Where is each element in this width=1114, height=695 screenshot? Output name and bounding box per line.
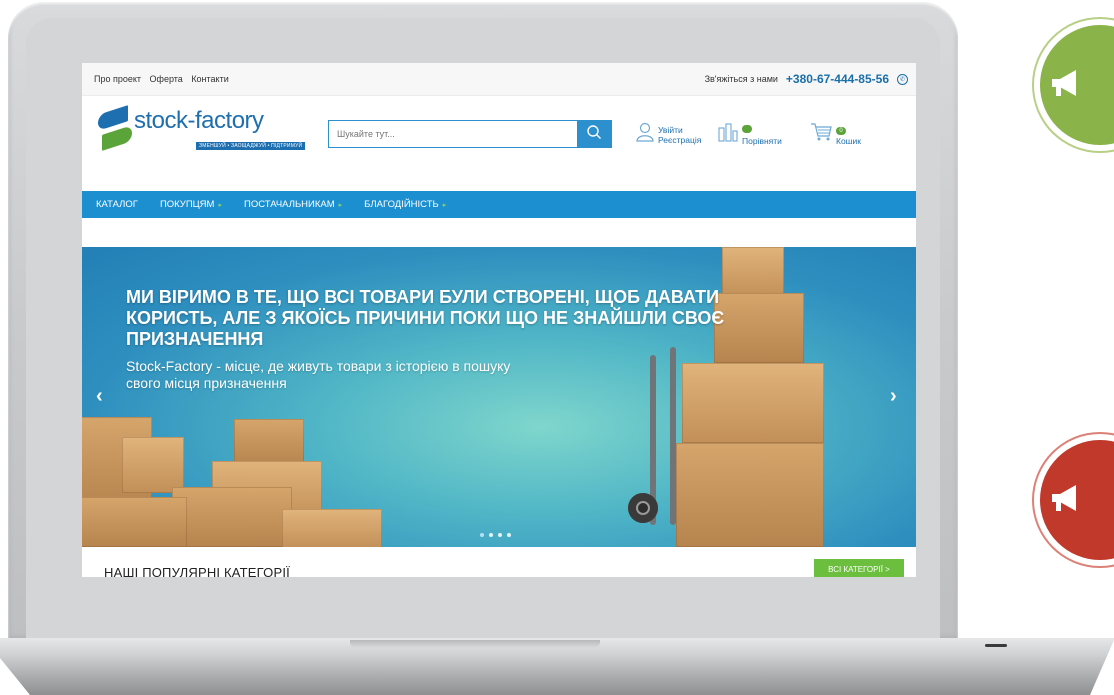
box-illustration: [234, 419, 304, 465]
box-illustration: [172, 487, 292, 547]
box-illustration: [676, 443, 824, 547]
cart-block[interactable]: 0 Кошик: [810, 122, 861, 148]
box-illustration: [122, 437, 184, 493]
slider-dot[interactable]: [489, 533, 493, 537]
next-slide-button[interactable]: ›: [890, 385, 897, 408]
register-link[interactable]: Реєстрація: [658, 135, 701, 145]
chevron-left-icon: ‹: [96, 385, 103, 407]
popular-categories-row: НАШІ ПОПУЛЯРНІ КАТЕГОРІЇ ВСІ КАТЕГОРІЇ >: [82, 547, 916, 577]
site-logo[interactable]: stock-factory ЗМЕНШУЙ • ЗАОЩАДЖУЙ • ПІДТ…: [98, 105, 306, 152]
chevron-right-icon: ▸: [218, 202, 222, 209]
logo-slogan: ЗМЕНШУЙ • ЗАОЩАДЖУЙ • ПІДТРИМУЙ: [196, 142, 306, 150]
box-illustration: [282, 509, 382, 547]
logo-name: stock-factory: [134, 107, 264, 134]
contact-label[interactable]: Зв'яжіться з нами: [705, 74, 778, 84]
laptop-notch: [350, 640, 600, 648]
search-icon: [586, 124, 602, 145]
search-button[interactable]: [577, 121, 611, 147]
phone-number[interactable]: +380-67-444-85-56: [786, 72, 889, 86]
all-categories-button[interactable]: ВСІ КАТЕГОРІЇ >: [814, 559, 904, 577]
cart-label: Кошик: [836, 136, 861, 146]
login-link[interactable]: Увійти: [658, 125, 701, 135]
compare-label: Порівняти: [742, 135, 782, 146]
laptop-screen: Про проект Оферта Контакти Зв'яжіться з …: [82, 63, 916, 577]
laptop-led: [985, 644, 1007, 647]
main-nav: КАТАЛОГ ПОКУПЦЯМ ▸ ПОСТАЧАЛЬНИКАМ ▸ БЛАГОД…: [82, 191, 916, 218]
compare-icon: [718, 122, 738, 148]
dolly-wheel: [628, 493, 658, 523]
nav-suppliers[interactable]: ПОСТАЧАЛЬНИКАМ ▸: [244, 199, 342, 210]
slider-dots: [480, 533, 511, 537]
link-about[interactable]: Про проект: [94, 74, 141, 84]
compare-count-badge: [742, 124, 752, 133]
nav-catalog[interactable]: КАТАЛОГ: [96, 199, 138, 210]
megaphone-icon: [1050, 67, 1086, 108]
chevron-right-icon: ›: [890, 385, 897, 407]
hero-banner: МИ ВІРИМО В ТЕ, ЩО ВСІ ТОВАРИ БУЛИ СТВОР…: [82, 247, 916, 547]
banner-subtitle: Stock-Factory - місце, де живуть товари …: [126, 358, 511, 391]
search-input[interactable]: [329, 121, 577, 147]
site-header: stock-factory ЗМЕНШУЙ • ЗАОЩАДЖУЙ • ПІДТ…: [82, 96, 916, 161]
account-block[interactable]: Увійти Реєстрація: [636, 122, 701, 148]
logo-mark-icon: [98, 105, 132, 151]
banner-title: МИ ВІРИМО В ТЕ, ЩО ВСІ ТОВАРИ БУЛИ СТВОР…: [126, 287, 725, 349]
nav-charity[interactable]: БЛАГОДІЙНІСТЬ ▸: [364, 199, 446, 210]
slider-dot[interactable]: [480, 533, 484, 537]
promo-circle-red[interactable]: [1040, 440, 1114, 560]
search-box: [328, 120, 612, 148]
link-contacts[interactable]: Контакти: [191, 74, 228, 84]
cart-icon: [810, 122, 832, 148]
popular-categories-heading: НАШІ ПОПУЛЯРНІ КАТЕГОРІЇ: [104, 565, 290, 577]
compare-block[interactable]: Порівняти: [718, 122, 782, 148]
megaphone-icon: [1050, 482, 1086, 523]
prev-slide-button[interactable]: ‹: [96, 385, 103, 408]
chevron-right-icon: ▸: [442, 202, 447, 209]
chevron-right-icon: ▸: [338, 202, 343, 209]
cart-count-badge: 0: [836, 127, 846, 135]
phone-icon[interactable]: ✆: [897, 73, 908, 85]
slider-dot[interactable]: [507, 533, 511, 537]
box-illustration: [82, 497, 187, 547]
link-offer[interactable]: Оферта: [150, 74, 183, 84]
top-bar: Про проект Оферта Контакти Зв'яжіться з …: [82, 63, 916, 96]
user-icon: [636, 122, 654, 148]
top-links: Про проект Оферта Контакти: [94, 74, 235, 84]
nav-buyers[interactable]: ПОКУПЦЯМ ▸: [160, 199, 222, 210]
slider-dot[interactable]: [498, 533, 502, 537]
contact-block: Зв'яжіться з нами +380-67-444-85-56 ✆: [705, 72, 908, 86]
promo-circle-green[interactable]: [1040, 25, 1114, 145]
